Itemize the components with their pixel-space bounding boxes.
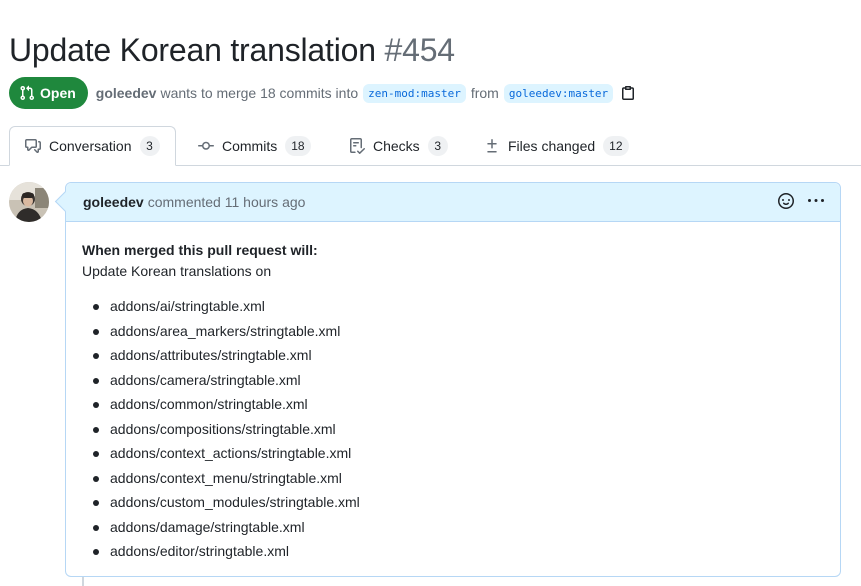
tab-conversation-label: Conversation <box>49 138 132 154</box>
avatar-photo <box>9 182 49 222</box>
tab-checks-label: Checks <box>373 138 420 154</box>
list-item: addons/ai/stringtable.xml <box>93 294 824 319</box>
list-item: addons/common/stringtable.xml <box>93 392 824 417</box>
comment-discussion-icon <box>25 139 41 153</box>
tab-checks-count: 3 <box>427 136 448 156</box>
base-branch-ref[interactable]: zen-mod:master <box>363 83 466 103</box>
checklist-icon <box>350 138 365 154</box>
tab-files-changed-count: 12 <box>603 136 629 156</box>
list-item: addons/compositions/stringtable.xml <box>93 417 824 442</box>
tab-checks[interactable]: Checks 3 <box>349 126 448 166</box>
kebab-horizontal-icon <box>808 198 824 202</box>
list-item: addons/custom_modules/stringtable.xml <box>93 490 824 515</box>
state-label: Open <box>40 85 76 101</box>
pr-meta: Open goleedev wants to merge 18 commits … <box>9 77 636 109</box>
tab-files-changed-label: Files changed <box>508 138 596 154</box>
avatar[interactable] <box>9 182 49 222</box>
copy-branch-button[interactable] <box>620 85 636 101</box>
add-reaction-button[interactable] <box>778 192 794 212</box>
comment-box: goleedev commented 11 hours ago When mer… <box>65 182 841 577</box>
tab-commits-count: 18 <box>285 136 311 156</box>
pr-title-text: Update Korean translation <box>9 32 376 68</box>
pr-tabs: Conversation 3 Commits 18 Checks 3 Files… <box>0 126 861 166</box>
list-item: addons/editor/stringtable.xml <box>93 539 824 564</box>
list-item: addons/attributes/stringtable.xml <box>93 343 824 368</box>
comment-options-button[interactable] <box>808 193 824 212</box>
tab-files-changed[interactable]: Files changed 12 <box>484 126 629 166</box>
git-pull-request-icon <box>20 85 35 101</box>
file-diff-icon <box>487 139 497 153</box>
comment-actions <box>778 192 824 212</box>
tab-conversation[interactable]: Conversation 3 <box>9 126 176 166</box>
list-item: addons/area_markers/stringtable.xml <box>93 319 824 344</box>
comment-body: When merged this pull request will: Upda… <box>66 222 840 564</box>
list-item: addons/camera/stringtable.xml <box>93 368 824 393</box>
pr-title: Update Korean translation #454 <box>9 30 455 70</box>
copy-icon <box>622 86 635 100</box>
timeline-line <box>82 576 84 586</box>
pr-author-link[interactable]: goleedev <box>96 85 157 101</box>
comment-lead: When merged this pull request will: <box>82 242 318 258</box>
head-branch-ref[interactable]: goleedev:master <box>503 83 614 103</box>
comment-timestamp[interactable]: commented 11 hours ago <box>148 194 306 210</box>
file-list: addons/ai/stringtable.xml addons/area_ma… <box>82 294 824 564</box>
list-item: addons/context_actions/stringtable.xml <box>93 441 824 466</box>
state-badge: Open <box>9 77 88 109</box>
smiley-icon <box>778 192 794 209</box>
list-item: addons/damage/stringtable.xml <box>93 515 824 540</box>
comment-header: goleedev commented 11 hours ago <box>66 183 840 222</box>
git-commit-icon <box>198 141 214 150</box>
tab-commits[interactable]: Commits 18 <box>198 126 311 166</box>
tab-conversation-count: 3 <box>139 136 160 156</box>
merge-text: wants to merge 18 commits into <box>160 85 359 101</box>
from-text: from <box>470 85 499 101</box>
merge-summary: goleedev wants to merge 18 commits into … <box>96 83 636 103</box>
list-item: addons/context_menu/stringtable.xml <box>93 466 824 491</box>
comment-intro: Update Korean translations on <box>82 263 272 279</box>
tab-commits-label: Commits <box>222 138 278 154</box>
pr-number: #454 <box>384 32 456 68</box>
comment-author-link[interactable]: goleedev <box>83 194 144 210</box>
